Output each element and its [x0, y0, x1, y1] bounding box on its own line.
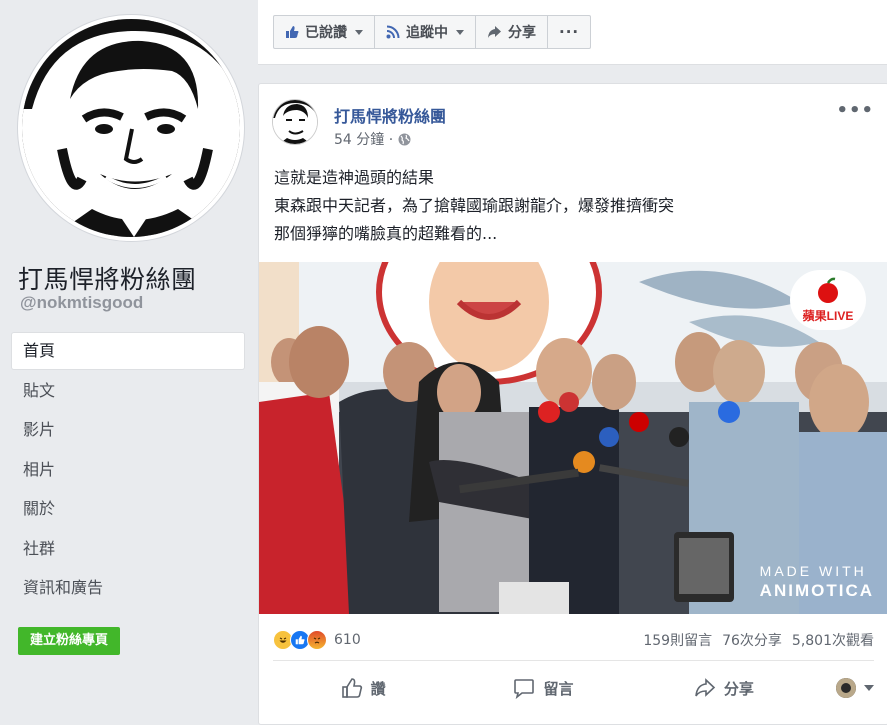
- comment-icon: [514, 679, 535, 699]
- like-label: 讚: [370, 679, 386, 698]
- liked-label: 已說讚: [305, 25, 347, 41]
- watermark-line-2: ANIMOTICA: [759, 581, 874, 600]
- chevron-down-icon: [355, 29, 363, 35]
- more-icon: ···: [559, 23, 580, 41]
- post-author-avatar[interactable]: [273, 100, 317, 144]
- create-page-button[interactable]: 建立粉絲專頁: [18, 627, 121, 655]
- rss-icon: [386, 25, 400, 39]
- nav-item-videos[interactable]: 影片: [12, 412, 244, 448]
- chevron-down-icon: [863, 685, 874, 691]
- liked-button[interactable]: 已說讚: [274, 16, 375, 48]
- post-as-selector[interactable]: [814, 678, 874, 698]
- comment-count[interactable]: 159則留言: [643, 630, 712, 650]
- post-stats: 159則留言 76次分享 5,801次觀看: [643, 630, 874, 650]
- post-options-button[interactable]: •••: [836, 100, 874, 121]
- profile-picture-image: [22, 19, 240, 237]
- profile-picture[interactable]: [18, 15, 244, 241]
- share-count[interactable]: 76次分享: [722, 630, 782, 650]
- apple-live-badge: 蘋果LIVE: [790, 270, 866, 330]
- reaction-icons[interactable]: [273, 630, 327, 650]
- comment-label: 留言: [543, 679, 574, 698]
- comment-button[interactable]: 留言: [453, 677, 633, 699]
- nav-item-posts[interactable]: 貼文: [12, 373, 244, 409]
- post-actions: 讚 留言 分享: [273, 672, 874, 704]
- page-action-bar: 已說讚 追蹤中 分享 ···: [258, 0, 887, 65]
- share-arrow-icon: [488, 26, 501, 38]
- share-button[interactable]: 分享: [634, 677, 814, 699]
- selector-avatar: [835, 678, 856, 698]
- view-count: 5,801次觀看: [791, 633, 874, 649]
- post-card: 打馬悍將粉絲團 54 分鐘 · ••• 這就是造神過頭的結果 東森跟中天記者，為…: [258, 83, 887, 725]
- globe-icon: [398, 133, 411, 145]
- post-text-line: 那個猙獰的嘴臉真的超難看的...: [274, 224, 498, 243]
- post-meta: 54 分鐘 ·: [334, 129, 411, 149]
- page-title[interactable]: 打馬悍將粉絲團: [18, 260, 197, 296]
- post-text-line: 這就是造神過頭的結果: [274, 168, 435, 187]
- apple-live-label: 蘋果LIVE: [802, 309, 854, 323]
- page-nav: 首頁 貼文 影片 相片 關於 社群 資訊和廣告: [12, 333, 244, 610]
- reaction-count[interactable]: 610: [334, 632, 361, 648]
- chevron-down-icon: [456, 29, 464, 35]
- share-label: 分享: [723, 679, 754, 698]
- left-column: 打馬悍將粉絲團 @nokmtisgood 首頁 貼文 影片 相片 關於 社群 資…: [0, 0, 258, 720]
- post-timestamp[interactable]: 54 分鐘 ·: [334, 129, 393, 149]
- nav-item-community[interactable]: 社群: [12, 531, 244, 567]
- share-page-label: 分享: [508, 25, 536, 41]
- thumbs-up-icon: [286, 26, 299, 38]
- angry-reaction-icon: [307, 630, 327, 650]
- page-handle[interactable]: @nokmtisgood: [20, 293, 143, 313]
- nav-item-home[interactable]: 首頁: [12, 333, 244, 369]
- post-text-line: 東森跟中天記者，為了搶韓國瑜跟謝龍介，爆發推擠衝突: [274, 196, 675, 215]
- thumbs-up-outline-icon: [341, 678, 362, 698]
- nav-item-photos[interactable]: 相片: [12, 452, 244, 488]
- like-button[interactable]: 讚: [273, 677, 453, 699]
- video-player[interactable]: 蘋果LIVE MADE WITH ANIMOTICA: [259, 262, 887, 614]
- nav-item-info-and-ads[interactable]: 資訊和廣告: [12, 570, 244, 606]
- following-button[interactable]: 追蹤中: [375, 16, 476, 48]
- watermark-line-1: MADE WITH: [759, 563, 867, 579]
- post-author-name[interactable]: 打馬悍將粉絲團: [334, 103, 446, 127]
- video-watermark: MADE WITH ANIMOTICA: [760, 562, 874, 600]
- share-arrow-icon: [695, 678, 715, 697]
- apple-icon: [818, 277, 838, 303]
- post-text: 這就是造神過頭的結果 東森跟中天記者，為了搶韓國瑜跟謝龍介，爆發推擠衝突 那個猙…: [274, 164, 873, 248]
- nav-item-about[interactable]: 關於: [12, 491, 244, 527]
- share-page-button[interactable]: 分享: [476, 16, 548, 48]
- more-options-button[interactable]: ···: [548, 16, 590, 48]
- reactions-summary: 610 159則留言 76次分享 5,801次觀看: [273, 626, 874, 661]
- page-actions: 已說讚 追蹤中 分享 ···: [273, 15, 592, 49]
- following-label: 追蹤中: [406, 25, 448, 41]
